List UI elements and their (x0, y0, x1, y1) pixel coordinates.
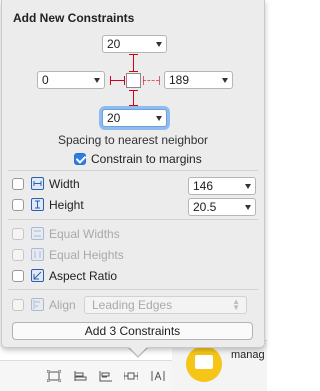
add-constraints-icon[interactable] (124, 370, 138, 382)
add-constraints-button[interactable]: Add 3 Constraints (12, 322, 253, 340)
width-value-field[interactable]: 146 (188, 177, 256, 195)
top-strut-cap (129, 71, 138, 72)
left-spacing-value: 0 (42, 73, 49, 87)
align-icon[interactable] (99, 370, 113, 382)
bottom-spacing-value: 20 (107, 111, 121, 125)
selected-view-box (126, 73, 141, 88)
constrain-to-margins-label: Constrain to margins (91, 152, 202, 166)
popover-pointer (128, 346, 148, 356)
width-label: Width (49, 177, 80, 191)
aspect-ratio-label: Aspect Ratio (49, 269, 118, 283)
height-value: 20.5 (193, 200, 217, 214)
chevron-down-icon[interactable] (156, 42, 162, 47)
equal-widths-icon (31, 227, 44, 240)
height-value-field[interactable]: 20.5 (188, 198, 256, 216)
left-strut-toggle[interactable] (110, 80, 125, 81)
equal-widths-checkbox[interactable] (12, 228, 24, 240)
chevron-down-icon[interactable] (94, 78, 100, 83)
aspect-ratio-icon (31, 269, 44, 282)
chevron-down-icon[interactable] (222, 78, 228, 83)
update-frames-icon[interactable] (74, 370, 88, 382)
right-strut-cap (159, 76, 160, 85)
popover-title: Add New Constraints (13, 11, 135, 25)
equal-widths-label: Equal Widths (49, 227, 120, 241)
bottom-strut-toggle[interactable] (133, 90, 134, 106)
spacing-caption: Spacing to nearest neighbor (57, 133, 209, 147)
constrain-to-margins-checkbox[interactable] (74, 153, 86, 165)
up-down-chevron-icon: ▲ ▼ (232, 297, 240, 312)
left-spacing-field[interactable]: 0 (37, 71, 105, 89)
bottom-strut-cap (129, 105, 138, 106)
height-constraint-icon (31, 198, 44, 211)
object-label: manag (231, 349, 265, 361)
resolve-issues-icon[interactable] (151, 370, 165, 382)
chevron-down-icon[interactable] (245, 184, 251, 189)
align-select[interactable]: Leading Edges ▲ ▼ (84, 296, 247, 314)
align-checkbox[interactable] (12, 299, 24, 311)
divider (8, 219, 258, 220)
left-strut-cap (124, 76, 125, 85)
height-checkbox[interactable] (12, 199, 24, 211)
align-label: Align (49, 298, 76, 312)
add-constraints-popover: Add New Constraints 20 0 189 20 Spacing … (1, 0, 265, 348)
align-select-value: Leading Edges (92, 298, 173, 312)
align-icon (31, 298, 44, 311)
aspect-ratio-checkbox[interactable] (12, 270, 24, 282)
right-spacing-field[interactable]: 189 (164, 71, 233, 89)
top-spacing-value: 20 (107, 37, 121, 51)
divider (8, 289, 258, 290)
equal-heights-label: Equal Heights (49, 248, 124, 262)
divider (8, 170, 258, 171)
top-spacing-field[interactable]: 20 (102, 35, 167, 53)
width-constraint-icon (31, 177, 44, 190)
equal-heights-checkbox[interactable] (12, 249, 24, 261)
height-label: Height (49, 198, 84, 212)
embed-in-stack-icon[interactable] (47, 370, 61, 382)
width-value: 146 (193, 179, 214, 193)
chevron-down-icon[interactable] (156, 116, 162, 121)
right-strut-toggle[interactable] (143, 80, 159, 81)
chevron-down-icon[interactable] (245, 205, 251, 210)
bottom-spacing-field[interactable]: 20 (102, 109, 167, 127)
width-checkbox[interactable] (12, 178, 24, 190)
equal-heights-icon (31, 248, 44, 261)
right-spacing-value: 189 (169, 73, 190, 87)
top-strut-toggle[interactable] (133, 54, 134, 72)
view-controller-object-icon[interactable] (186, 346, 222, 382)
